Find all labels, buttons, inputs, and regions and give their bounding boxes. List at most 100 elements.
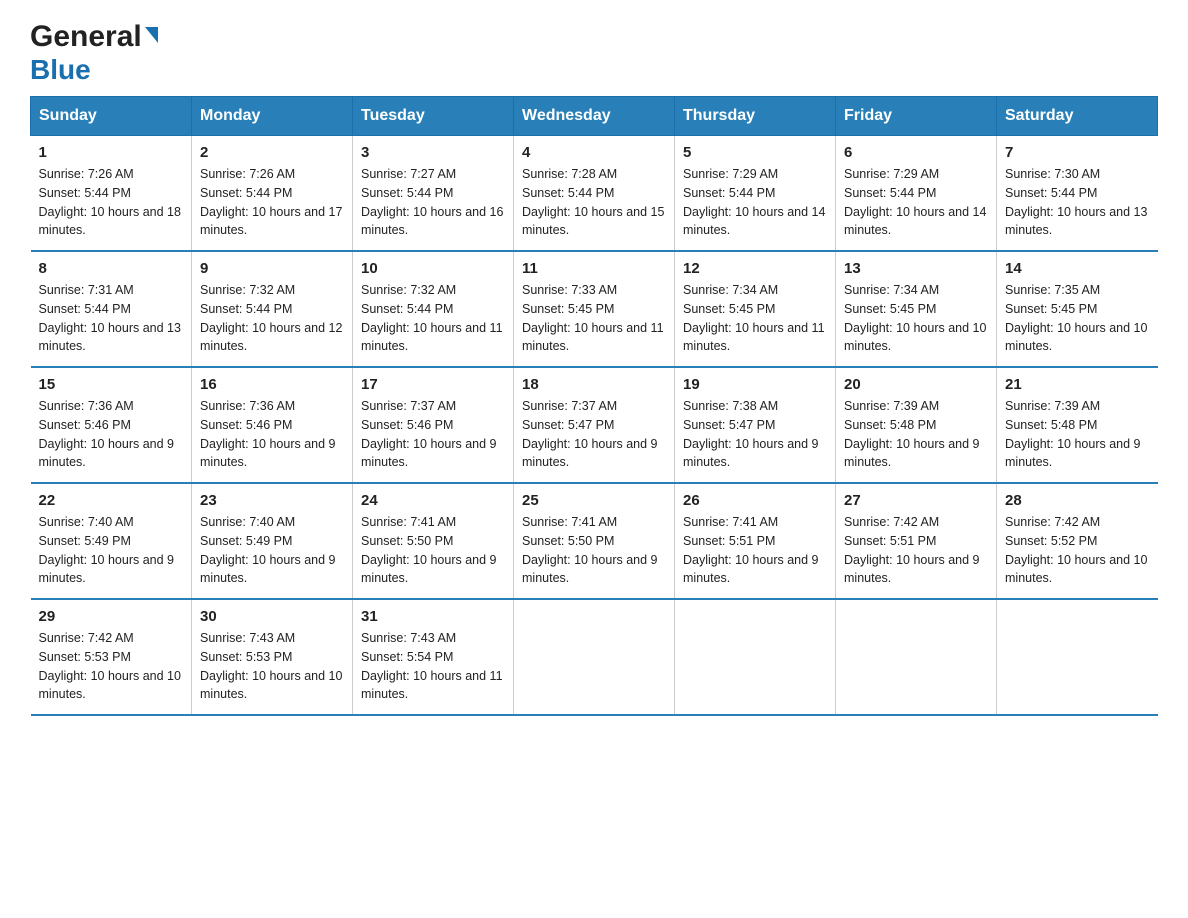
day-info: Sunrise: 7:38 AM Sunset: 5:47 PM Dayligh… [683, 397, 827, 472]
day-number: 27 [844, 492, 988, 509]
sunrise-label: Sunrise: 7:41 AM [522, 515, 617, 529]
calendar-cell: 7 Sunrise: 7:30 AM Sunset: 5:44 PM Dayli… [997, 136, 1158, 252]
day-info: Sunrise: 7:33 AM Sunset: 5:45 PM Dayligh… [522, 281, 666, 356]
day-number: 17 [361, 376, 505, 393]
calendar-cell [997, 599, 1158, 715]
day-info: Sunrise: 7:32 AM Sunset: 5:44 PM Dayligh… [361, 281, 505, 356]
day-number: 1 [39, 144, 184, 161]
sunset-label: Sunset: 5:45 PM [844, 302, 936, 316]
day-number: 6 [844, 144, 988, 161]
day-number: 30 [200, 608, 344, 625]
sunset-label: Sunset: 5:49 PM [200, 534, 292, 548]
sunrise-label: Sunrise: 7:32 AM [200, 283, 295, 297]
calendar-header-row: SundayMondayTuesdayWednesdayThursdayFrid… [31, 97, 1158, 136]
day-info: Sunrise: 7:39 AM Sunset: 5:48 PM Dayligh… [844, 397, 988, 472]
day-number: 3 [361, 144, 505, 161]
day-info: Sunrise: 7:43 AM Sunset: 5:53 PM Dayligh… [200, 629, 344, 704]
day-info: Sunrise: 7:29 AM Sunset: 5:44 PM Dayligh… [683, 165, 827, 240]
sunset-label: Sunset: 5:44 PM [361, 302, 453, 316]
sunset-label: Sunset: 5:44 PM [522, 186, 614, 200]
calendar-cell: 16 Sunrise: 7:36 AM Sunset: 5:46 PM Dayl… [192, 367, 353, 483]
calendar-week-row: 29 Sunrise: 7:42 AM Sunset: 5:53 PM Dayl… [31, 599, 1158, 715]
day-number: 4 [522, 144, 666, 161]
day-number: 22 [39, 492, 184, 509]
calendar-cell: 2 Sunrise: 7:26 AM Sunset: 5:44 PM Dayli… [192, 136, 353, 252]
sunrise-label: Sunrise: 7:42 AM [844, 515, 939, 529]
sunrise-label: Sunrise: 7:39 AM [1005, 399, 1100, 413]
day-info: Sunrise: 7:36 AM Sunset: 5:46 PM Dayligh… [39, 397, 184, 472]
daylight-label: Daylight: 10 hours and 18 minutes. [39, 205, 181, 238]
calendar-week-row: 15 Sunrise: 7:36 AM Sunset: 5:46 PM Dayl… [31, 367, 1158, 483]
calendar-cell: 5 Sunrise: 7:29 AM Sunset: 5:44 PM Dayli… [675, 136, 836, 252]
sunset-label: Sunset: 5:44 PM [1005, 186, 1097, 200]
calendar-cell: 1 Sunrise: 7:26 AM Sunset: 5:44 PM Dayli… [31, 136, 192, 252]
sunrise-label: Sunrise: 7:26 AM [39, 167, 134, 181]
day-header-tuesday: Tuesday [353, 97, 514, 136]
logo-general-text: General [30, 20, 142, 54]
calendar-cell: 17 Sunrise: 7:37 AM Sunset: 5:46 PM Dayl… [353, 367, 514, 483]
sunrise-label: Sunrise: 7:42 AM [39, 631, 134, 645]
day-number: 13 [844, 260, 988, 277]
day-info: Sunrise: 7:41 AM Sunset: 5:51 PM Dayligh… [683, 513, 827, 588]
daylight-label: Daylight: 10 hours and 13 minutes. [1005, 205, 1147, 238]
sunset-label: Sunset: 5:49 PM [39, 534, 131, 548]
sunset-label: Sunset: 5:44 PM [683, 186, 775, 200]
calendar-cell: 18 Sunrise: 7:37 AM Sunset: 5:47 PM Dayl… [514, 367, 675, 483]
day-number: 31 [361, 608, 505, 625]
sunset-label: Sunset: 5:44 PM [361, 186, 453, 200]
day-info: Sunrise: 7:37 AM Sunset: 5:47 PM Dayligh… [522, 397, 666, 472]
daylight-label: Daylight: 10 hours and 9 minutes. [200, 553, 336, 586]
sunset-label: Sunset: 5:47 PM [683, 418, 775, 432]
sunrise-label: Sunrise: 7:29 AM [844, 167, 939, 181]
day-info: Sunrise: 7:41 AM Sunset: 5:50 PM Dayligh… [361, 513, 505, 588]
day-info: Sunrise: 7:26 AM Sunset: 5:44 PM Dayligh… [200, 165, 344, 240]
calendar-table: SundayMondayTuesdayWednesdayThursdayFrid… [30, 96, 1158, 716]
sunset-label: Sunset: 5:50 PM [361, 534, 453, 548]
sunrise-label: Sunrise: 7:41 AM [683, 515, 778, 529]
sunset-label: Sunset: 5:53 PM [200, 650, 292, 664]
day-info: Sunrise: 7:27 AM Sunset: 5:44 PM Dayligh… [361, 165, 505, 240]
calendar-cell: 14 Sunrise: 7:35 AM Sunset: 5:45 PM Dayl… [997, 251, 1158, 367]
sunrise-label: Sunrise: 7:39 AM [844, 399, 939, 413]
day-number: 12 [683, 260, 827, 277]
logo: General Blue [30, 20, 158, 86]
daylight-label: Daylight: 10 hours and 9 minutes. [39, 553, 175, 586]
daylight-label: Daylight: 10 hours and 9 minutes. [844, 437, 980, 470]
sunrise-label: Sunrise: 7:35 AM [1005, 283, 1100, 297]
day-info: Sunrise: 7:35 AM Sunset: 5:45 PM Dayligh… [1005, 281, 1150, 356]
sunrise-label: Sunrise: 7:28 AM [522, 167, 617, 181]
daylight-label: Daylight: 10 hours and 10 minutes. [1005, 553, 1147, 586]
sunset-label: Sunset: 5:45 PM [683, 302, 775, 316]
day-info: Sunrise: 7:42 AM Sunset: 5:51 PM Dayligh… [844, 513, 988, 588]
day-info: Sunrise: 7:34 AM Sunset: 5:45 PM Dayligh… [844, 281, 988, 356]
day-info: Sunrise: 7:43 AM Sunset: 5:54 PM Dayligh… [361, 629, 505, 704]
day-number: 23 [200, 492, 344, 509]
sunset-label: Sunset: 5:53 PM [39, 650, 131, 664]
daylight-label: Daylight: 10 hours and 17 minutes. [200, 205, 342, 238]
daylight-label: Daylight: 10 hours and 9 minutes. [522, 553, 658, 586]
daylight-label: Daylight: 10 hours and 10 minutes. [200, 669, 342, 702]
day-number: 28 [1005, 492, 1150, 509]
day-header-saturday: Saturday [997, 97, 1158, 136]
day-info: Sunrise: 7:42 AM Sunset: 5:53 PM Dayligh… [39, 629, 184, 704]
sunrise-label: Sunrise: 7:37 AM [522, 399, 617, 413]
sunrise-label: Sunrise: 7:40 AM [39, 515, 134, 529]
day-number: 26 [683, 492, 827, 509]
daylight-label: Daylight: 10 hours and 9 minutes. [361, 437, 497, 470]
calendar-cell: 27 Sunrise: 7:42 AM Sunset: 5:51 PM Dayl… [836, 483, 997, 599]
calendar-cell: 19 Sunrise: 7:38 AM Sunset: 5:47 PM Dayl… [675, 367, 836, 483]
calendar-cell: 23 Sunrise: 7:40 AM Sunset: 5:49 PM Dayl… [192, 483, 353, 599]
sunset-label: Sunset: 5:51 PM [844, 534, 936, 548]
calendar-cell: 30 Sunrise: 7:43 AM Sunset: 5:53 PM Dayl… [192, 599, 353, 715]
sunset-label: Sunset: 5:45 PM [1005, 302, 1097, 316]
sunset-label: Sunset: 5:51 PM [683, 534, 775, 548]
day-number: 29 [39, 608, 184, 625]
daylight-label: Daylight: 10 hours and 11 minutes. [683, 321, 825, 354]
calendar-cell: 25 Sunrise: 7:41 AM Sunset: 5:50 PM Dayl… [514, 483, 675, 599]
daylight-label: Daylight: 10 hours and 9 minutes. [683, 553, 819, 586]
calendar-cell: 6 Sunrise: 7:29 AM Sunset: 5:44 PM Dayli… [836, 136, 997, 252]
day-info: Sunrise: 7:39 AM Sunset: 5:48 PM Dayligh… [1005, 397, 1150, 472]
calendar-cell [514, 599, 675, 715]
day-number: 16 [200, 376, 344, 393]
sunrise-label: Sunrise: 7:36 AM [39, 399, 134, 413]
